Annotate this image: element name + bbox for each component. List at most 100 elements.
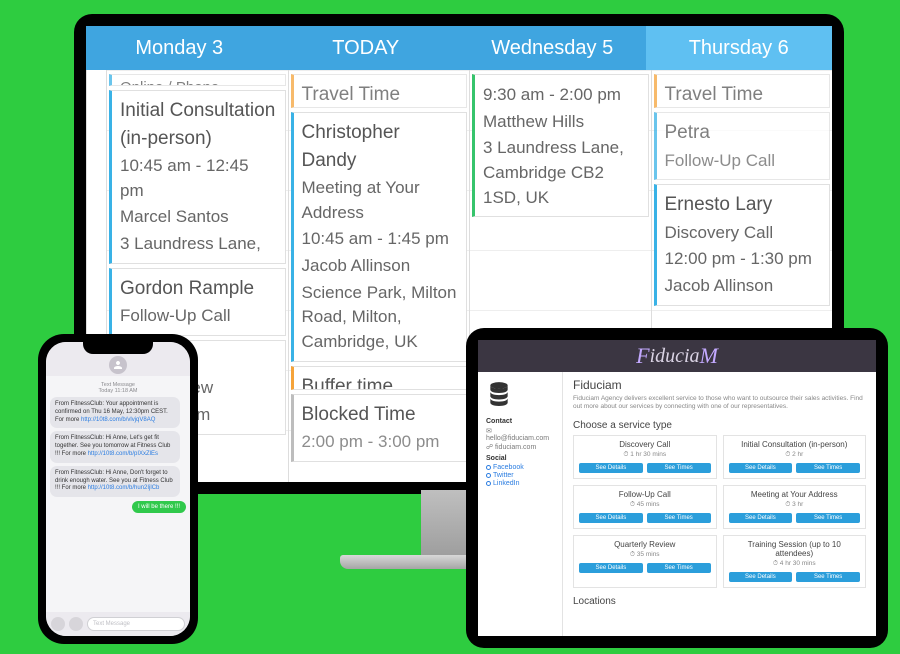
service-card: Quarterly Review ⏱ 35 mins See Details See … <box>573 535 717 588</box>
message-compose-bar: Text Message <box>46 612 190 636</box>
service-name: Meeting at Your Address <box>729 490 861 499</box>
event-time: 9:30 am - 2:00 pm <box>483 83 640 108</box>
event-subtitle: Meeting at Your Address <box>302 176 459 225</box>
service-card: Meeting at Your Address ⏱ 3 hr See Details… <box>723 485 867 529</box>
event-subtitle: Follow-Up Call <box>120 304 277 329</box>
event-title: Petra <box>665 122 710 143</box>
calendar-event[interactable]: Gordon Rample Follow-Up Call <box>109 268 286 336</box>
calendar-event[interactable]: Travel Time 10:30 am - 11:00 <box>654 74 831 108</box>
message-incoming[interactable]: From FitnessClub: Hi Anne, Let's get fit… <box>50 431 180 462</box>
service-name: Follow-Up Call <box>579 490 711 499</box>
see-details-button[interactable]: See Details <box>579 463 643 473</box>
tablet-frame: FiduciaM Contact ✉ hello@fiduciam.com ☍ … <box>466 328 888 648</box>
company-title: Fiduciam <box>573 378 866 392</box>
service-card: Training Session (up to 10 attendees) ⏱ 4… <box>723 535 867 588</box>
service-name: Discovery Call <box>579 440 711 449</box>
see-details-button[interactable]: See Details <box>729 513 793 523</box>
message-link[interactable]: http://10t8.com/b/hun2IjlCb <box>88 485 160 491</box>
calendar-event[interactable]: Petra Follow-Up Call <box>654 112 831 180</box>
event-time: 10:45 am - 1:45 pm <box>302 227 459 252</box>
choose-service-heading: Choose a service type <box>573 420 866 431</box>
service-duration: ⏱ 2 hr <box>729 451 861 459</box>
calendar-event[interactable]: Travel Time 10:15 am - 10:45 <box>291 74 468 108</box>
service-name: Quarterly Review <box>579 540 711 549</box>
contact-site[interactable]: ☍ fiduciam.com <box>486 443 554 451</box>
calendar-event[interactable]: Blocked Time 2:00 pm - 3:00 pm <box>291 394 468 462</box>
see-details-button[interactable]: See Details <box>729 463 793 473</box>
booking-sidebar: Contact ✉ hello@fiduciam.com ☍ fiduciam.… <box>478 372 562 636</box>
service-card: Initial Consultation (in-person) ⏱ 2 hr Se… <box>723 435 867 479</box>
see-details-button[interactable]: See Details <box>579 513 643 523</box>
event-address: 3 Laundress Lane, <box>120 232 277 257</box>
event-subtitle: Discovery Call <box>665 221 822 246</box>
event-title: Travel Time <box>302 84 401 105</box>
see-times-button[interactable]: See Times <box>647 563 711 573</box>
event-title: Buffer time <box>302 376 394 390</box>
appstore-icon[interactable] <box>69 617 83 631</box>
event-title: Initial Consultation (in-person) <box>120 100 275 149</box>
message-incoming[interactable]: From FitnessClub: Hi Anne, Don't forget … <box>50 466 180 497</box>
event-time: 2:00 pm - 3:00 pm <box>302 430 459 455</box>
message-link[interactable]: http://10t8.com/b/pIXxZlEs <box>88 451 158 457</box>
service-duration: ⏱ 35 mins <box>579 551 711 559</box>
person-icon <box>112 359 124 371</box>
calendar-event[interactable]: Christopher Dandy Meeting at Your Addres… <box>291 112 468 362</box>
service-name: Training Session (up to 10 attendees) <box>729 540 861 558</box>
calendar-day-header-row: Monday 3 TODAY Wednesday 5 Thursday 6 <box>86 26 832 70</box>
see-times-button[interactable]: See Times <box>796 572 860 582</box>
calendar-event[interactable]: Online / Phone <box>109 74 286 86</box>
event-time: 10:45 am - 12:45 pm <box>120 154 277 203</box>
message-incoming[interactable]: From FitnessClub: Your appointment is co… <box>50 397 180 428</box>
event-person: Jacob Allinson <box>665 274 822 299</box>
phone-frame: Text Message Today 11:18 AM From Fitness… <box>38 334 198 644</box>
service-card: Discovery Call ⏱ 1 hr 30 mins See Details S… <box>573 435 717 479</box>
calendar-event[interactable]: Initial Consultation (in-person) 10:45 a… <box>109 90 286 264</box>
event-address: 3 Laundress Lane, Cambridge CB2 1SD, UK <box>483 136 640 210</box>
event-person: Marcel Santos <box>120 205 277 230</box>
social-linkedin[interactable]: LinkedIn <box>486 480 554 487</box>
see-details-button[interactable]: See Details <box>579 563 643 573</box>
service-duration: ⏱ 3 hr <box>729 501 861 509</box>
day-header-today[interactable]: TODAY <box>273 26 460 70</box>
event-address: Science Park, Milton Road, Milton, Cambr… <box>302 281 459 355</box>
day-header-thu[interactable]: Thursday 6 <box>646 26 833 70</box>
event-title: Gordon Rample <box>120 278 254 299</box>
day-column-today: Travel Time 10:15 am - 10:45 Christopher… <box>288 70 470 482</box>
day-header-mon[interactable]: Monday 3 <box>86 26 273 70</box>
event-title: Travel Time <box>665 84 764 105</box>
message-link[interactable]: http://10t8.com/b/vlvjqV8AQ <box>81 417 155 423</box>
conversation-meta: Text Message Today 11:18 AM <box>50 382 186 394</box>
booking-site: FiduciaM Contact ✉ hello@fiduciam.com ☍ … <box>478 340 876 636</box>
camera-icon[interactable] <box>51 617 65 631</box>
event-subtitle: Follow-Up Call <box>665 149 822 174</box>
contact-avatar[interactable] <box>109 356 127 374</box>
event-title: Online / Phone <box>120 79 219 86</box>
social-twitter[interactable]: Twitter <box>486 472 554 479</box>
calendar-event[interactable]: Ernesto Lary Discovery Call 12:00 pm - 1… <box>654 184 831 305</box>
service-duration: ⏱ 4 hr 30 mins <box>729 560 861 568</box>
event-person: Jacob Allinson <box>302 254 459 279</box>
see-details-button[interactable]: See Details <box>729 572 793 582</box>
service-duration: ⏱ 45 mins <box>579 501 711 509</box>
event-person: Matthew Hills <box>483 110 640 135</box>
service-grid: Discovery Call⏱ 1 hr 30 minsSee DetailsS… <box>573 435 866 588</box>
see-times-button[interactable]: See Times <box>647 463 711 473</box>
company-description: Fiduciam Agency delivers excellent servi… <box>573 395 866 412</box>
service-card: Follow-Up Call ⏱ 45 mins See Details See Ti… <box>573 485 717 529</box>
message-outgoing[interactable]: I will be there !!! <box>132 501 186 513</box>
see-times-button[interactable]: See Times <box>796 513 860 523</box>
database-icon <box>486 380 512 406</box>
social-heading: Social <box>486 455 554 462</box>
social-facebook[interactable]: Facebook <box>486 464 554 471</box>
event-title: Christopher Dandy <box>302 122 400 171</box>
contact-email[interactable]: ✉ hello@fiduciam.com <box>486 427 554 442</box>
service-duration: ⏱ 1 hr 30 mins <box>579 451 711 459</box>
see-times-button[interactable]: See Times <box>796 463 860 473</box>
see-times-button[interactable]: See Times <box>647 513 711 523</box>
calendar-event[interactable]: Buffer time <box>291 366 468 390</box>
message-input[interactable]: Text Message <box>87 617 185 631</box>
day-header-wed[interactable]: Wednesday 5 <box>459 26 646 70</box>
calendar-event[interactable]: 9:30 am - 2:00 pm Matthew Hills 3 Laundr… <box>472 74 649 217</box>
service-name: Initial Consultation (in-person) <box>729 440 861 449</box>
phone-notch <box>83 342 153 354</box>
